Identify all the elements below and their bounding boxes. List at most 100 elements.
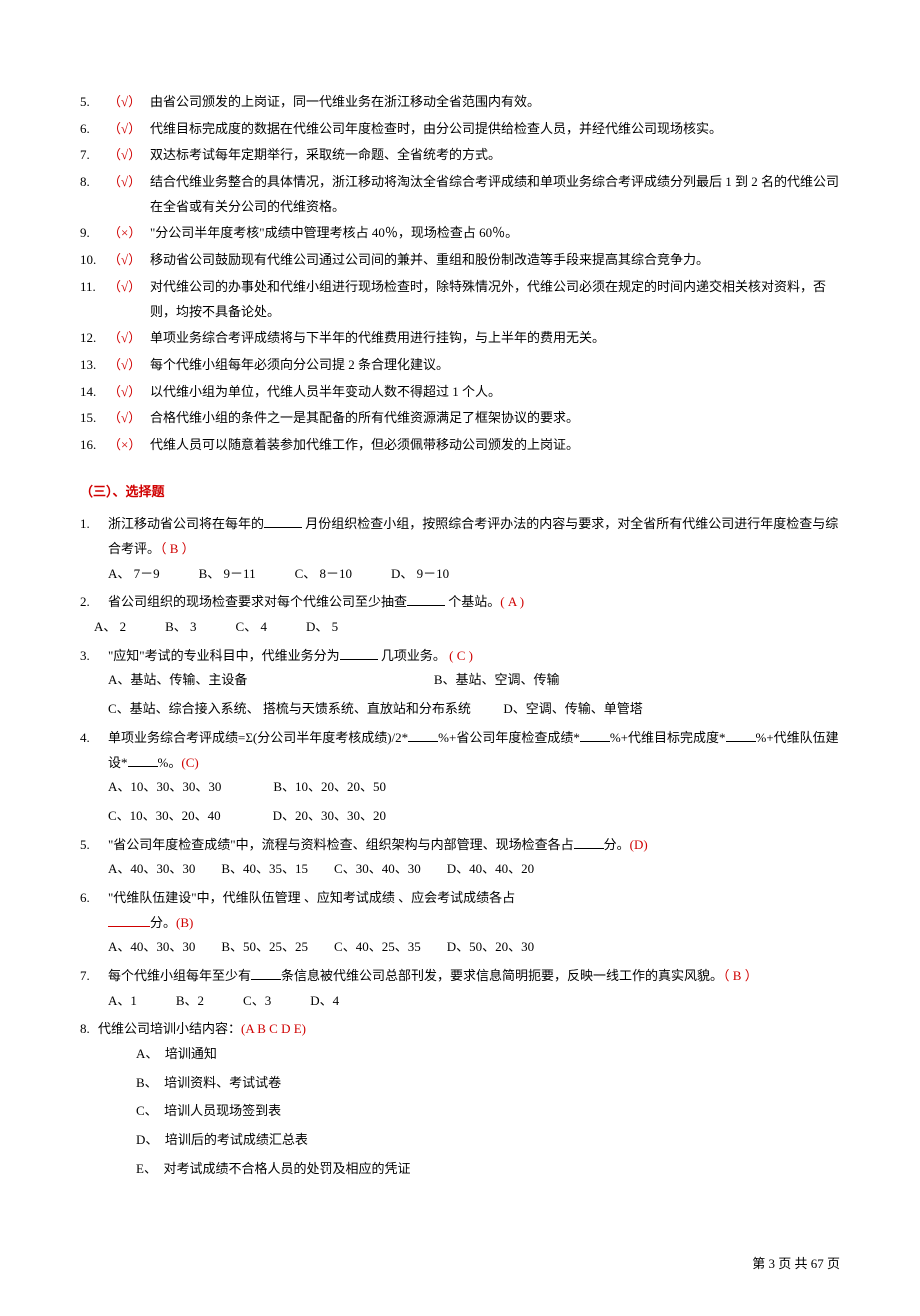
tf-text: 以代维小组为单位，代维人员半年变动人数不得超过 1 个人。 [150,380,501,405]
answer-mark: (D) [630,837,648,852]
tf-item-12: 12. （√） 单项业务综合考评成绩将与下半年的代维费用进行挂钩，与上半年的费用… [80,326,840,351]
option-d: D、 培训后的考试成绩汇总表 [80,1128,840,1153]
item-number: 1. [80,512,108,561]
tf-item-16: 16. （×） 代维人员可以随意着装参加代维工作，但必须佩带移动公司颁发的上岗证… [80,433,840,458]
q-text-post: 分。 [150,915,176,930]
tf-mark: （√） [108,117,150,142]
answer-mark: (B) [176,915,193,930]
item-number: 13. [80,353,108,378]
tf-mark: （√） [108,248,150,273]
tf-mark: （√） [108,275,150,324]
question-text: 浙江移动省公司将在每年的 月份组织检查小组，按照综合考评办法的内容与要求，对全省… [108,512,840,561]
tf-mark: （√） [108,353,150,378]
answer-mark: （ B ） [723,968,758,983]
page-footer: 第 3 页 共 67 页 [80,1252,840,1277]
mc-item-2: 2. 省公司组织的现场检查要求对每个代维公司至少抽查 个基站。( A ) A、 … [80,590,840,639]
question-text: 单项业务综合考评成绩=Σ(分公司半年度考核成绩)/2*%+省公司年度检查成绩*%… [108,726,840,775]
tf-text: 每个代维小组每年必须向分公司提 2 条合理化建议。 [150,353,449,378]
tf-item-14: 14. （√） 以代维小组为单位，代维人员半年变动人数不得超过 1 个人。 [80,380,840,405]
item-number: 11. [80,275,108,324]
mc-item-7: 7. 每个代维小组每年至少有 条信息被代维公司总部刊发，要求信息简明扼要，反映一线… [80,964,840,1013]
option-e: E、 对考试成绩不合格人员的处罚及相应的凭证 [80,1157,840,1182]
item-number: 8. [80,1017,98,1042]
tf-text: 合格代维小组的条件之一是其配备的所有代维资源满足了框架协议的要求。 [150,406,579,431]
tf-text: 结合代维业务整合的具体情况，浙江移动将淘汰全省综合考评成绩和单项业务综合考评成绩… [150,170,840,219]
options: A、40、30、30 B、40、35、15 C、30、40、30 D、40、40… [80,857,840,882]
option-b: B、 培训资料、考试试卷 [80,1071,840,1096]
item-number: 6. [80,117,108,142]
q-text-post: 个基站。 [445,594,500,609]
tf-mark: （√） [108,90,150,115]
options: A、1 B、2 C、3 D、4 [80,989,840,1014]
q-seg-3: %+代维目标完成度* [610,730,726,745]
question-text: "应知"考试的专业科目中，代维业务分为 几项业务。 ( C ) [108,644,840,669]
tf-item-15: 15. （√） 合格代维小组的条件之一是其配备的所有代维资源满足了框架协议的要求… [80,406,840,431]
blank-fill [264,514,302,528]
mc-item-1: 1. 浙江移动省公司将在每年的 月份组织检查小组，按照综合考评办法的内容与要求，… [80,512,840,586]
tf-mark: （×） [108,221,150,246]
true-false-list: 5. （√） 由省公司颁发的上岗证，同一代维业务在浙江移动全省范围内有效。 6.… [80,90,840,458]
answer-mark: (C) [181,755,198,770]
section-title-choice: （三）、选择题 [80,480,840,505]
tf-item-10: 10. （√） 移动省公司鼓励现有代维公司通过公司间的兼并、重组和股份制改造等手… [80,248,840,273]
mc-item-6: 6. "代维队伍建设"中，代维队伍管理 、应知考试成绩 、应会考试成绩各占 分。… [80,886,840,960]
item-number: 15. [80,406,108,431]
tf-text: 代维人员可以随意着装参加代维工作，但必须佩带移动公司颁发的上岗证。 [150,433,579,458]
options-row-2: C、10、30、20、40 D、20、30、30、20 [80,804,840,829]
question-text: 代维公司培训小结内容：(A B C D E) [98,1017,840,1042]
tf-item-11: 11. （√） 对代维公司的办事处和代维小组进行现场检查时，除特殊情况外，代维公… [80,275,840,324]
blank-fill [408,728,438,742]
blank-fill [580,728,610,742]
options: A、 2 B、 3 C、 4 D、 5 [80,615,840,640]
q-text-pre: "省公司年度检查成绩"中，流程与资料检查、组织架构与内部管理、现场检查各占 [108,837,574,852]
tf-mark: （√） [108,143,150,168]
tf-text: "分公司半年度考核"成绩中管理考核占 40％，现场检查占 60％。 [150,221,518,246]
item-number: 5. [80,833,108,858]
tf-text: 代维目标完成度的数据在代维公司年度检查时，由分公司提供给检查人员，并经代维公司现… [150,117,722,142]
q-text-pre: 省公司组织的现场检查要求对每个代维公司至少抽查 [108,594,407,609]
q-text-pre: 每个代维小组每年至少有 [108,968,251,983]
tf-text: 移动省公司鼓励现有代维公司通过公司间的兼并、重组和股份制改造等手段来提高其综合竞… [150,248,709,273]
tf-item-6: 6. （√） 代维目标完成度的数据在代维公司年度检查时，由分公司提供给检查人员，… [80,117,840,142]
q-text-post: 条信息被代维公司总部刊发，要求信息简明扼要，反映一线工作的真实风貌。 [281,968,723,983]
options: A、40、30、30 B、50、25、25 C、40、25、35 D、50、20… [80,935,840,960]
q-text-pre: "应知"考试的专业科目中，代维业务分为 [108,648,340,663]
item-number: 9. [80,221,108,246]
q-text: 代维公司培训小结内容： [98,1021,241,1036]
tf-mark: （√） [108,406,150,431]
question-text: "代维队伍建设"中，代维队伍管理 、应知考试成绩 、应会考试成绩各占 分。(B) [108,886,840,935]
mc-item-8: 8. 代维公司培训小结内容：(A B C D E) A、 培训通知 B、 培训资… [80,1017,840,1181]
item-number: 12. [80,326,108,351]
blank-fill [340,646,378,660]
options-row-1: A、10、30、30、30 B、10、20、20、50 [80,775,840,800]
mc-item-3: 3. "应知"考试的专业科目中，代维业务分为 几项业务。 ( C ) A、基站、… [80,644,840,722]
item-number: 7. [80,143,108,168]
answer-mark: ( A ) [500,594,524,609]
item-number: 3. [80,644,108,669]
tf-mark: （×） [108,433,150,458]
q-seg-1: 单项业务综合考评成绩=Σ(分公司半年度考核成绩)/2* [108,730,408,745]
option-a: A、基站、传输、主设备 [108,672,247,687]
option-b: B、基站、空调、传输 [434,672,560,687]
tf-item-5: 5. （√） 由省公司颁发的上岗证，同一代维业务在浙江移动全省范围内有效。 [80,90,840,115]
blank-fill [726,728,756,742]
question-text: "省公司年度检查成绩"中，流程与资料检查、组织架构与内部管理、现场检查各占 分。(… [108,833,840,858]
q-text-post: 分。 [604,837,630,852]
question-text: 每个代维小组每年至少有 条信息被代维公司总部刊发，要求信息简明扼要，反映一线工作的… [108,964,840,989]
item-number: 6. [80,886,108,935]
item-number: 8. [80,170,108,219]
tf-item-7: 7. （√） 双达标考试每年定期举行，采取统一命题、全省统考的方式。 [80,143,840,168]
mc-item-5: 5. "省公司年度检查成绩"中，流程与资料检查、组织架构与内部管理、现场检查各占… [80,833,840,882]
item-number: 4. [80,726,108,775]
tf-text: 单项业务综合考评成绩将与下半年的代维费用进行挂钩，与上半年的费用无关。 [150,326,605,351]
option-c: C、基站、综合接入系统、 搭梳与天馈系统、直放站和分布系统 [108,701,471,716]
q-text-post: 几项业务。 [378,648,450,663]
item-number: 14. [80,380,108,405]
options-row-2: C、基站、综合接入系统、 搭梳与天馈系统、直放站和分布系统 D、空调、传输、单管… [80,697,840,722]
item-number: 7. [80,964,108,989]
q-text-line1: "代维队伍建设"中，代维队伍管理 、应知考试成绩 、应会考试成绩各占 [108,890,515,905]
blank-fill [108,913,150,927]
tf-mark: （√） [108,170,150,219]
answer-mark: (A B C D E) [241,1021,306,1036]
tf-item-13: 13. （√） 每个代维小组每年必须向分公司提 2 条合理化建议。 [80,353,840,378]
